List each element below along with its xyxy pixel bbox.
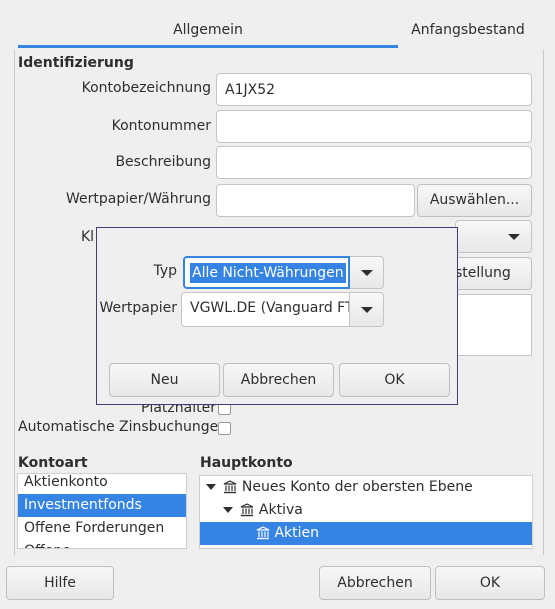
dialog-abbrechen-button[interactable]: Abbrechen (223, 363, 334, 397)
kontoart-list: Aktienkonto Investmentfonds Offene Forde… (17, 473, 187, 549)
dialog-ok-button[interactable]: OK (339, 363, 450, 397)
zinsbuchungen-label: Automatische Zinsbuchungen (18, 419, 228, 435)
beschreibung-label: Beschreibung (115, 154, 211, 170)
abbrechen-button[interactable]: Abbrechen (319, 566, 431, 600)
hilfe-button-label: Hilfe (44, 575, 76, 591)
tree-row-top-level[interactable]: Neues Konto der obersten Ebene (200, 476, 532, 499)
dialog-abbrechen-button-label: Abbrechen (240, 372, 317, 388)
wertpapier-waehrung-label: Wertpapier/Währung (66, 191, 211, 207)
tree-row-aktiva[interactable]: Aktiva (200, 499, 532, 522)
auswaehlen-button[interactable]: Auswählen... (417, 184, 532, 217)
tree-row-label: Aktiva (258, 502, 303, 518)
chevron-down-icon (360, 306, 373, 313)
tab-anfangsbestand-label: Anfangsbestand (411, 22, 525, 38)
typ-combo-value: Alle Nicht-Währungen (190, 263, 346, 283)
kontonummer-field[interactable] (216, 110, 532, 143)
tab-allgemein[interactable]: Allgemein (18, 12, 398, 48)
chevron-down-icon (360, 269, 373, 276)
expander-down-icon[interactable] (223, 507, 233, 513)
typ-combo[interactable]: Alle Nicht-Währungen (183, 256, 350, 289)
hauptkonto-tree: Neues Konto der obersten Ebene Aktiva Ak… (199, 475, 533, 549)
auswaehlen-button-label: Auswählen... (429, 192, 520, 208)
ok-button[interactable]: OK (435, 566, 545, 600)
ok-button-label: OK (479, 575, 501, 591)
tab-allgemein-label: Allgemein (173, 22, 243, 38)
abbrechen-button-label: Abbrechen (337, 575, 413, 591)
wertpapier-combo-button[interactable] (350, 292, 384, 327)
wertpapier-label: Wertpapier (99, 300, 178, 316)
identification-heading: Identifizierung (18, 55, 134, 71)
bank-icon (241, 503, 254, 517)
typ-combo-button[interactable] (350, 256, 384, 289)
kontobezeichnung-label: Kontobezeichnung (81, 80, 211, 96)
kontoart-item-offene-forderungen[interactable]: Offene Forderungen (18, 517, 186, 540)
hauptkonto-heading: Hauptkonto (200, 455, 293, 471)
zinsbuchungen-checkbox[interactable] (218, 422, 231, 435)
kontoart-item-offene-verbindlichkeiten[interactable]: Offene Verbindlichkeiten (18, 540, 186, 548)
wertpapier-combo[interactable]: VGWL.DE (Vanguard FT (181, 292, 350, 327)
bank-icon (256, 526, 270, 540)
neu-button-label: Neu (150, 372, 179, 388)
wertpapier-auswahl-dialog: Typ Alle Nicht-Währungen Wertpapier VGWL… (96, 227, 458, 405)
active-tab-indicator (18, 45, 398, 48)
kontoklasse-label-partial: Kl (81, 229, 95, 245)
tree-row-label: Aktien (274, 525, 320, 541)
tree-row-aktien[interactable]: Aktien (200, 522, 532, 545)
einstellung-button-partial-label: stellung (455, 265, 511, 281)
kontoart-item-investmentfonds[interactable]: Investmentfonds (18, 494, 186, 517)
neu-button[interactable]: Neu (109, 363, 220, 397)
kontoart-item-aktienkonto[interactable]: Aktienkonto (18, 474, 186, 494)
expander-down-icon[interactable] (206, 484, 216, 490)
kontoklasse-dropdown[interactable] (455, 220, 532, 253)
tree-row-label: Neues Konto der obersten Ebene (241, 479, 473, 495)
chevron-down-icon (508, 233, 520, 240)
kontonummer-label: Kontonummer (111, 118, 211, 134)
typ-label: Typ (153, 263, 177, 279)
kontoart-heading: Kontoart (18, 455, 88, 471)
wertpapier-combo-value: VGWL.DE (Vanguard FT (190, 300, 350, 316)
tab-bar: Allgemein Anfangsbestand (14, 12, 540, 48)
beschreibung-field[interactable] (216, 146, 532, 179)
hilfe-button[interactable]: Hilfe (6, 566, 114, 600)
bank-icon (224, 480, 237, 494)
wertpapier-waehrung-field[interactable] (216, 184, 415, 217)
dialog-ok-button-label: OK (384, 372, 405, 388)
tab-anfangsbestand[interactable]: Anfangsbestand (398, 12, 538, 48)
kontobezeichnung-field[interactable] (216, 73, 532, 106)
